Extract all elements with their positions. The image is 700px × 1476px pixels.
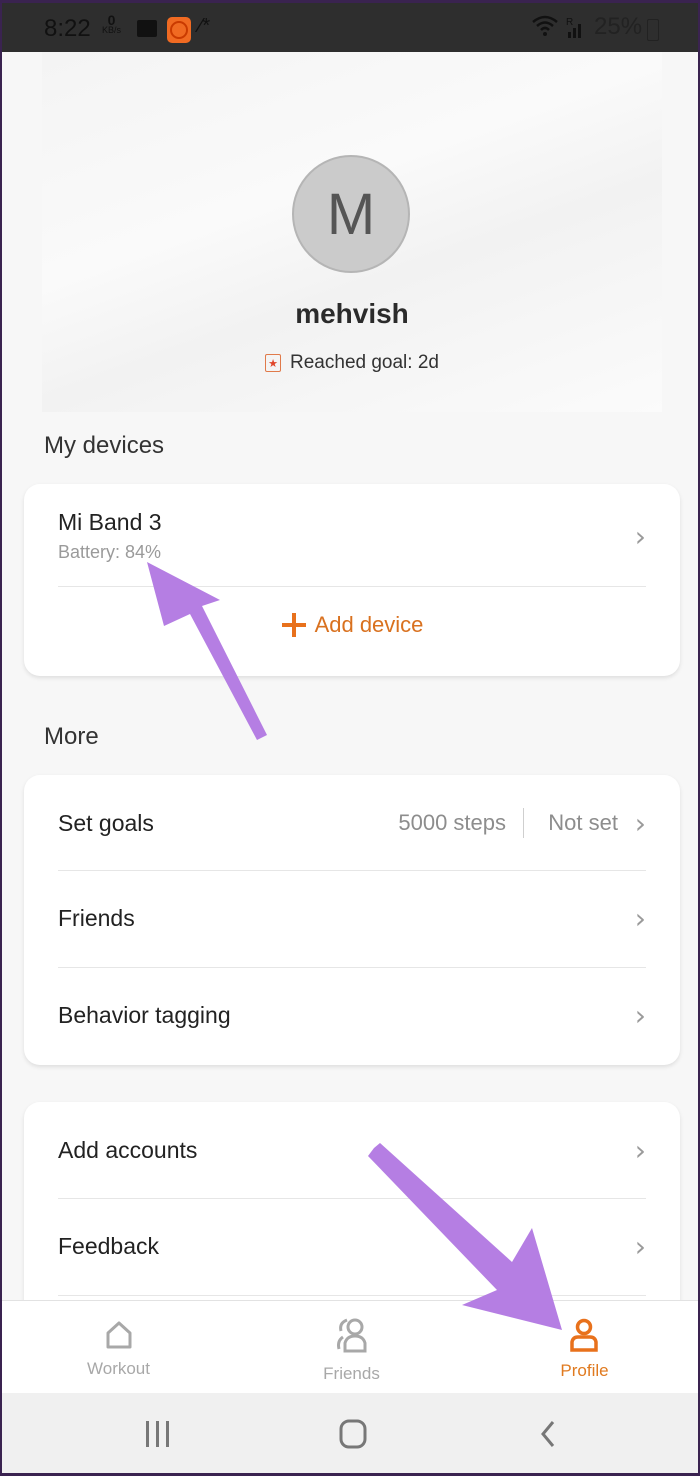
net-speed: 0 KB/s [102,12,122,35]
divider [58,1198,646,1199]
profile-icon [570,1318,598,1352]
divider [58,967,646,968]
chevron-right-icon: › [634,901,646,935]
battery-percent: 25% [594,13,643,40]
divider [58,870,646,871]
status-time: 8:22 [44,15,91,42]
nav-tab-profile[interactable]: Profile [468,1301,700,1394]
devices-card: Mi Band 3 Battery: 84% › Add device [24,484,680,676]
gallery-icon [137,20,157,37]
nav-label-workout: Workout [87,1359,150,1378]
home-icon [106,1321,132,1349]
steps-goal-value: 5000 steps [398,810,506,835]
chevron-right-icon: › [634,1133,646,1167]
more-title: More [44,723,99,750]
mi-fit-icon [167,17,191,43]
recent-apps-icon[interactable] [143,1419,173,1449]
home-button-icon[interactable] [338,1419,368,1449]
feedback-row[interactable]: Feedback › [58,1216,646,1276]
status-bar: 8:22 0 KB/s ⁄* R 25% [2,0,698,52]
behavior-tagging-row[interactable]: Behavior tagging › [58,985,646,1045]
net-speed-unit: KB/s [102,25,122,35]
set-goals-label: Set goals [58,809,154,836]
friends-icon [337,1318,367,1353]
device-row-mi-band[interactable]: Mi Band 3 Battery: 84% › [58,504,646,568]
friends-row[interactable]: Friends › [58,888,646,948]
device-name: Mi Band 3 [58,509,162,535]
add-accounts-row[interactable]: Add accounts › [58,1120,646,1180]
set-goals-row[interactable]: Set goals 5000 steps Not set › [58,793,646,853]
second-goal-value: Not set [548,810,618,835]
svg-text:R: R [566,17,573,28]
chevron-right-icon: › [634,519,646,553]
chevron-right-icon: › [634,1229,646,1263]
net-speed-value: 0 [107,12,116,28]
add-accounts-label: Add accounts [58,1136,198,1163]
device-battery: Battery: 84% [58,542,162,562]
goal-text: Reached goal: 2d [290,352,439,373]
nav-label-profile: Profile [560,1361,609,1380]
nav-label-friends: Friends [323,1364,380,1383]
goal-status: ★ Reached goal: 2d [2,352,700,374]
divider [58,586,646,587]
username: mehvish [295,298,409,329]
divider [58,1295,646,1296]
my-devices-title: My devices [44,432,165,459]
bottom-nav: Workout Friends Profile [2,1300,698,1394]
wifi-icon [532,15,558,43]
signal-icon: R [564,15,586,44]
plus-icon [281,613,306,637]
back-icon[interactable] [537,1419,561,1449]
behavior-tagging-label: Behavior tagging [58,1001,231,1028]
nav-tab-friends[interactable]: Friends [235,1301,468,1394]
star-badge-icon: ★ [265,354,282,372]
magic-wand-icon: ⁄* [199,15,211,37]
chevron-right-icon: › [634,998,646,1032]
value-separator [523,808,524,838]
battery-icon [647,19,659,41]
more-card: Set goals 5000 steps Not set › Friends ›… [24,775,680,1065]
avatar[interactable]: M [292,155,410,273]
accounts-card: Add accounts › Feedback › [24,1102,680,1332]
system-nav-bar [2,1393,698,1476]
feedback-label: Feedback [58,1232,160,1259]
friends-label: Friends [58,904,135,931]
add-device-label: Add device [314,612,424,637]
nav-tab-workout[interactable]: Workout [2,1301,235,1394]
chevron-right-icon: › [634,806,646,840]
add-device-button[interactable]: Add device [24,612,680,638]
